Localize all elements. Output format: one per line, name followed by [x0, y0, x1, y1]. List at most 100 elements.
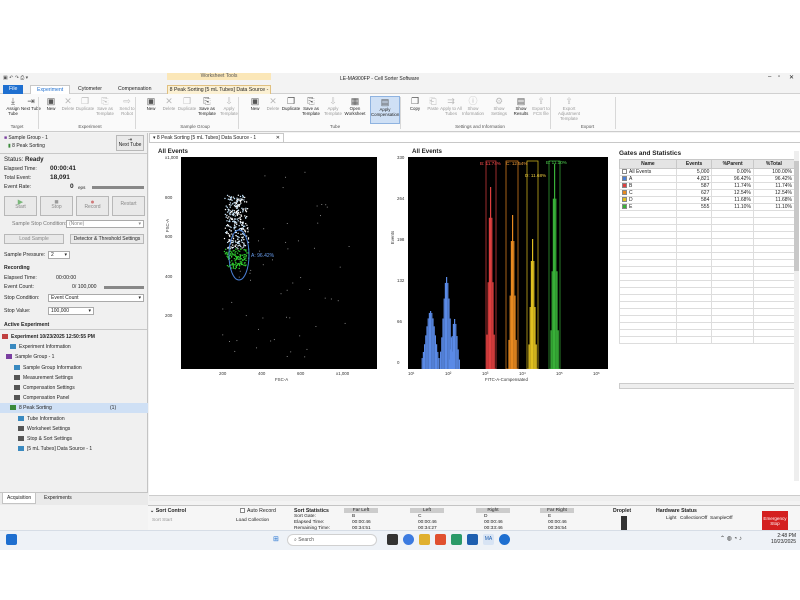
scatter-plot[interactable]: A: 96.42%	[181, 157, 377, 369]
scatter-point	[234, 350, 236, 352]
tab-acquisition[interactable]: Acquisition	[2, 493, 37, 504]
tab-file[interactable]: File	[3, 85, 24, 94]
tab-data-source[interactable]: 8 Peak Sorting [5 mL Tubes] Data Source …	[167, 85, 271, 102]
histogram-bar	[440, 351, 442, 369]
tree-item-experiment-information[interactable]: Experiment Information	[0, 342, 148, 352]
sample-stop-select[interactable]: (None) ▾	[66, 220, 144, 228]
tree-item-experiment[interactable]: Experiment 10/23/2025 12:50:55 PM	[0, 332, 148, 342]
detector-threshold-button[interactable]: Detector & Threshold Settings	[70, 234, 144, 244]
next-tube-button[interactable]: ⇥ Next Tube	[116, 135, 144, 151]
clock[interactable]: 2:48 PM 10/23/2025	[766, 533, 796, 545]
ribbon-save-template-button[interactable]: ⎘ Save as Template	[94, 96, 116, 124]
sample-status: SampleOff	[710, 516, 733, 521]
sample-pressure-select[interactable]: 2 ▾	[48, 251, 70, 259]
table-row[interactable]: A 4,821 96.42% 96.42%	[619, 175, 796, 183]
scatter-point	[240, 198, 242, 200]
close-icon[interactable]: ✕	[276, 134, 280, 142]
title-bar: ▣ ↶ ↷ ⎙ ▾ Worksheet Tools LE-MA900FP - C…	[0, 73, 800, 84]
start-button[interactable]: ▶ Start	[4, 196, 37, 216]
scatter-point	[244, 244, 247, 247]
horizontal-scrollbar[interactable]	[619, 383, 799, 389]
table-row[interactable]: C 627 12.54% 12.54%	[619, 189, 796, 197]
doc-horizontal-scrollbar[interactable]	[149, 495, 800, 501]
event-rate-value: 0	[70, 183, 74, 190]
table-row[interactable]: D 584 11.68% 11.68%	[619, 196, 796, 204]
ribbon-export-adjustment-button[interactable]: ⇪ Export Adjustment Template	[558, 96, 580, 124]
quick-access-toolbar[interactable]: ▣ ↶ ↷ ⎙ ▾	[3, 75, 28, 81]
tree-item-data-source[interactable]: [5 mL Tubes] Data Source - 1	[0, 444, 148, 454]
scatter-point	[243, 254, 245, 256]
ribbon-show-results-button[interactable]: ▤ Show Results	[510, 96, 532, 124]
scatter-point	[231, 247, 234, 249]
plot1-title: All Events	[158, 148, 188, 155]
ribbon-duplicate-tube-button[interactable]: ❐ Duplicate	[280, 96, 302, 124]
stop-condition-select[interactable]: Event Count ▾	[48, 294, 144, 302]
auto-record-checkbox[interactable]: Auto Record	[240, 508, 276, 514]
app-icon-2[interactable]	[451, 534, 462, 545]
ribbon-duplicate-button[interactable]: ❐ Duplicate	[74, 96, 96, 124]
tree-item-compensation-settings[interactable]: Compensation Settings	[0, 383, 148, 393]
system-tray-icons[interactable]: ⌃ ◍ ◔ ♪	[720, 535, 742, 542]
ribbon-export-fcs-button[interactable]: ⇪ Export to FCS file	[530, 96, 552, 124]
browser-icon[interactable]	[403, 534, 414, 545]
stop-value-input[interactable]: 100,000 ▾	[48, 307, 94, 315]
table-row[interactable]: E 555 11.10% 11.10%	[619, 203, 796, 211]
app-icon-1[interactable]	[435, 534, 446, 545]
stop-button[interactable]: ■ Stop	[40, 196, 73, 216]
table-row[interactable]: All Events 5,000 0.00% 100.00%	[619, 168, 796, 176]
tab-cytometer[interactable]: Cytometer	[72, 85, 108, 94]
tree-item-worksheet-settings[interactable]: Worksheet Settings	[0, 424, 148, 434]
rec-elapsed-label: Elapsed Time:	[4, 275, 37, 281]
scatter-point	[224, 227, 227, 229]
outlook-icon[interactable]	[467, 534, 478, 545]
ribbon-show-settings-button[interactable]: ⚙ Show Settings	[488, 96, 510, 124]
ribbon-open-worksheet-button[interactable]: ▦ Open Worksheet	[344, 96, 366, 124]
gate-color-swatch	[622, 183, 627, 188]
tree-item-measurement-settings[interactable]: Measurement Settings	[0, 373, 148, 383]
tree-item-compensation-panel[interactable]: Compensation Panel	[0, 393, 148, 403]
ribbon-apply-group-template-button[interactable]: ⇩ Apply Template	[218, 96, 240, 124]
load-collection-label: Load Collection	[236, 518, 270, 523]
settings-icon[interactable]	[499, 534, 510, 545]
maximize-icon[interactable]: ▫	[778, 74, 780, 80]
scatter-point	[223, 250, 226, 253]
ribbon-apply-compensation-button[interactable]: ▤ Apply Compensation	[370, 96, 400, 124]
cell-sorter-app-icon[interactable]: MA	[483, 534, 494, 545]
tree-item-tube-information[interactable]: Tube Information	[0, 414, 148, 424]
vertical-scrollbar[interactable]	[794, 151, 799, 481]
windows-start-icon[interactable]: ⊞	[273, 535, 279, 543]
close-icon[interactable]: ✕	[789, 74, 794, 81]
tab-worksheet[interactable]: ▾ 8 Peak Sorting [5 mL Tubes] Data Sourc…	[149, 133, 284, 142]
scatter-point	[282, 187, 284, 189]
search-box[interactable]: ⌕ Search	[287, 534, 377, 546]
histogram-plot[interactable]: B: 11.74% C: 12.54% D: 11.68% E: 11.10%	[408, 157, 608, 370]
load-sample-button[interactable]: Load Sample	[4, 234, 64, 244]
tab-experiment[interactable]: Experiment	[30, 85, 71, 94]
tree-item-sample-group[interactable]: Sample Group - 1	[0, 352, 148, 362]
ribbon-apply-all-tubes-button[interactable]: ⇉ Apply to All Tubes	[440, 96, 462, 124]
tab-compensation[interactable]: Compensation	[112, 85, 157, 94]
table-row[interactable]: B 587 11.74% 11.74%	[619, 182, 796, 190]
ribbon-show-information-button[interactable]: ⓘ Show Information	[462, 96, 484, 124]
ribbon-save-tube-template-button[interactable]: ⎘ Save as Template	[300, 96, 322, 124]
widgets-icon[interactable]	[6, 534, 17, 545]
task-view-icon[interactable]	[387, 534, 398, 545]
minimize-icon[interactable]: –	[768, 74, 771, 80]
histogram-bar	[510, 241, 512, 369]
plot1-ytick: 200	[165, 313, 173, 318]
tree-item-tube-8-peak-sorting[interactable]: 8 Peak Sorting (1)	[0, 403, 148, 414]
ribbon-apply-tube-template-button[interactable]: ⇩ Apply Template	[322, 96, 344, 124]
record-button[interactable]: ● Record	[76, 196, 109, 216]
scatter-point	[225, 248, 227, 251]
tab-experiments[interactable]: Experiments	[40, 495, 76, 501]
file-explorer-icon[interactable]	[419, 534, 430, 545]
gate-events-cell: 5,000	[675, 168, 713, 176]
sample-pressure-label: Sample Pressure:	[4, 252, 46, 258]
restart-button[interactable]: Restart	[112, 196, 145, 216]
tree-item-sample-group-information[interactable]: Sample Group Information	[0, 363, 148, 373]
scatter-point	[232, 250, 234, 252]
ribbon-save-group-template-button[interactable]: ⎘ Save as Template	[196, 96, 218, 124]
emergency-stop-button[interactable]: Emergency Stop	[762, 511, 788, 530]
tree-item-stop-sort-settings[interactable]: Stop & Sort Settings	[0, 434, 148, 444]
ribbon-duplicate-group-button[interactable]: ❐ Duplicate	[176, 96, 198, 124]
